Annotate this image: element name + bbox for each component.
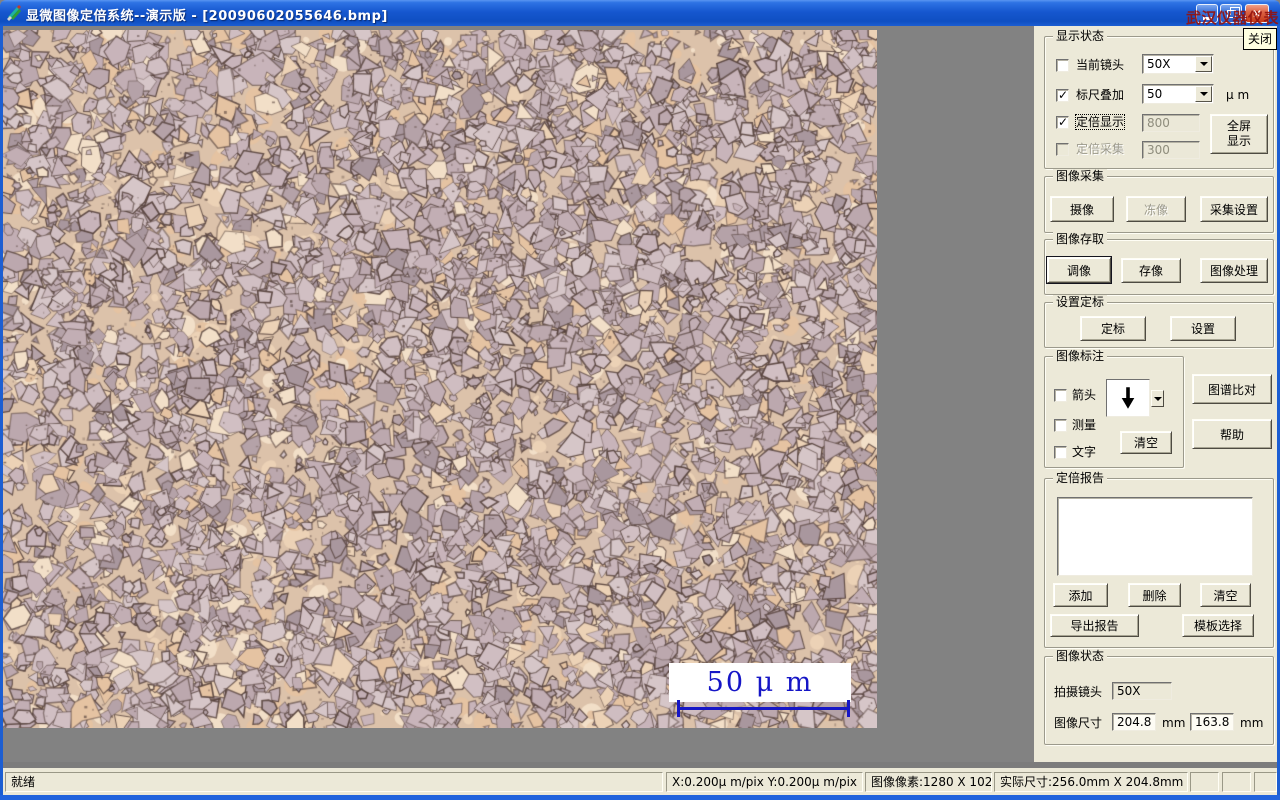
status-empty-1 bbox=[1190, 772, 1219, 792]
ruler-overlay-checkbox[interactable] bbox=[1056, 88, 1069, 102]
arrow-style-selector[interactable] bbox=[1106, 379, 1150, 417]
arrow-style-dropdown-button[interactable] bbox=[1151, 390, 1164, 407]
current-lens-dropdown-button[interactable] bbox=[1195, 56, 1212, 72]
calibrate-button[interactable]: 定标 bbox=[1080, 316, 1146, 341]
annotation-text-checkbox[interactable] bbox=[1054, 446, 1067, 459]
annotation-arrow-checkbox[interactable] bbox=[1054, 389, 1067, 402]
status-bar: 就绪 X:0.200μ m/pix Y:0.200μ m/pix 图像像素:12… bbox=[3, 768, 1277, 795]
scale-bar-tick-left bbox=[677, 700, 680, 717]
ruler-value-combobox[interactable]: 50 bbox=[1142, 84, 1214, 104]
close-icon: ✕ bbox=[1251, 6, 1263, 21]
report-listbox[interactable] bbox=[1057, 497, 1253, 576]
fullscreen-button-line2: 显示 bbox=[1226, 134, 1251, 148]
micrograph-image[interactable] bbox=[3, 30, 877, 728]
restore-icon bbox=[1226, 6, 1240, 18]
shoot-button[interactable]: 摄像 bbox=[1050, 196, 1114, 222]
atlas-compare-button[interactable]: 图谱比对 bbox=[1192, 374, 1272, 404]
fixed-display-label: 定倍显示 bbox=[1074, 114, 1126, 130]
status-empty-2 bbox=[1222, 772, 1251, 792]
close-tooltip: 关闭 bbox=[1243, 28, 1278, 50]
status-pixel-scale: X:0.200μ m/pix Y:0.200μ m/pix bbox=[666, 772, 863, 792]
chevron-down-icon bbox=[1199, 92, 1208, 96]
close-button[interactable]: ✕ bbox=[1245, 4, 1269, 23]
fixed-capture-checkbox bbox=[1056, 143, 1069, 156]
scale-bar-label: 50 μ m bbox=[706, 667, 814, 698]
group-report-title: 定倍报告 bbox=[1053, 471, 1108, 485]
annotation-arrow-label: 箭头 bbox=[1072, 388, 1097, 402]
status-empty-3 bbox=[1254, 772, 1277, 792]
status-image-pixels: 图像像素:1280 X 1024 bbox=[865, 772, 992, 792]
current-lens-value: 50X bbox=[1147, 57, 1171, 71]
image-height-field[interactable]: 163.8 bbox=[1190, 713, 1234, 731]
fixed-display-input: 800 bbox=[1142, 114, 1200, 132]
control-panel: 显示状态 当前镜头 50X 标尺叠加 50 μ m 定倍显示 800 定倍采集 … bbox=[1034, 26, 1277, 768]
app-icon bbox=[6, 4, 23, 21]
group-display-status-title: 显示状态 bbox=[1053, 29, 1108, 43]
group-calibration-title: 设置定标 bbox=[1053, 295, 1108, 309]
save-image-button[interactable]: 存像 bbox=[1121, 258, 1181, 283]
group-image-status-title: 图像状态 bbox=[1053, 649, 1108, 663]
scale-bar-panel: 50 μ m bbox=[669, 663, 851, 702]
current-lens-combobox[interactable]: 50X bbox=[1142, 54, 1214, 74]
report-add-button[interactable]: 添加 bbox=[1053, 583, 1108, 607]
image-height-unit: mm bbox=[1240, 716, 1264, 730]
annotation-text-label: 文字 bbox=[1072, 445, 1097, 459]
freeze-button: 冻像 bbox=[1126, 196, 1186, 222]
annotation-measure-checkbox[interactable] bbox=[1054, 419, 1067, 432]
group-image-capture-title: 图像采集 bbox=[1053, 169, 1108, 183]
chevron-down-icon bbox=[1153, 396, 1162, 401]
fullscreen-button[interactable]: 全屏 显示 bbox=[1210, 114, 1268, 154]
ruler-value: 50 bbox=[1147, 87, 1163, 101]
status-actual-size: 实际尺寸:256.0mm X 204.8mm bbox=[994, 772, 1188, 792]
fixed-capture-input: 300 bbox=[1142, 141, 1200, 159]
group-image-status: 图像状态 bbox=[1044, 649, 1274, 745]
image-width-field[interactable]: 204.8 bbox=[1112, 713, 1156, 731]
help-button[interactable]: 帮助 bbox=[1192, 419, 1272, 449]
title-bar: 显微图像定倍系统--演示版 - [20090602055646.bmp] ✕ 武… bbox=[0, 0, 1280, 27]
window-title: 显微图像定倍系统--演示版 - [20090602055646.bmp] bbox=[26, 9, 388, 24]
minimize-button[interactable] bbox=[1196, 4, 1218, 23]
capture-settings-button[interactable]: 采集设置 bbox=[1200, 196, 1268, 222]
minimize-icon bbox=[1202, 16, 1212, 20]
scale-bar-line bbox=[677, 707, 850, 710]
report-clear-button[interactable]: 清空 bbox=[1200, 583, 1251, 607]
report-export-button[interactable]: 导出报告 bbox=[1050, 614, 1139, 637]
current-lens-checkbox[interactable] bbox=[1056, 59, 1069, 72]
lens-used-field: 50X bbox=[1112, 682, 1172, 700]
ruler-unit-label: μ m bbox=[1226, 88, 1250, 102]
scale-bar-tick-right bbox=[847, 700, 850, 717]
annotation-measure-label: 测量 bbox=[1072, 418, 1097, 432]
ruler-value-dropdown-button[interactable] bbox=[1195, 86, 1212, 102]
fixed-capture-label: 定倍采集 bbox=[1076, 142, 1125, 156]
annotation-clear-button[interactable]: 清空 bbox=[1120, 431, 1172, 454]
image-width-unit: mm bbox=[1162, 716, 1186, 730]
lens-used-label: 拍摄镜头 bbox=[1054, 685, 1103, 699]
window-border-bottom bbox=[0, 795, 1280, 800]
ruler-overlay-label: 标尺叠加 bbox=[1076, 88, 1125, 102]
group-image-storage-title: 图像存取 bbox=[1053, 232, 1108, 246]
load-image-button[interactable]: 调像 bbox=[1046, 256, 1112, 284]
arrow-down-glyph bbox=[1121, 387, 1135, 409]
micrograph-viewport[interactable]: 50 μ m bbox=[3, 30, 877, 728]
restore-button[interactable] bbox=[1220, 4, 1242, 23]
status-ready: 就绪 bbox=[5, 772, 663, 792]
fullscreen-button-line1: 全屏 bbox=[1226, 119, 1251, 133]
image-process-button[interactable]: 图像处理 bbox=[1200, 258, 1268, 283]
report-remove-button[interactable]: 删除 bbox=[1128, 583, 1181, 607]
group-annotation-title: 图像标注 bbox=[1053, 349, 1108, 363]
report-template-button[interactable]: 模板选择 bbox=[1182, 614, 1254, 637]
calibration-settings-button[interactable]: 设置 bbox=[1170, 316, 1236, 341]
app-window: 显微图像定倍系统--演示版 - [20090602055646.bmp] ✕ 武… bbox=[0, 0, 1280, 800]
chevron-down-icon bbox=[1199, 62, 1208, 66]
fixed-display-checkbox[interactable] bbox=[1056, 115, 1069, 129]
image-size-label: 图像尺寸 bbox=[1054, 716, 1103, 730]
group-calibration: 设置定标 bbox=[1044, 295, 1274, 348]
current-lens-label: 当前镜头 bbox=[1076, 58, 1125, 72]
